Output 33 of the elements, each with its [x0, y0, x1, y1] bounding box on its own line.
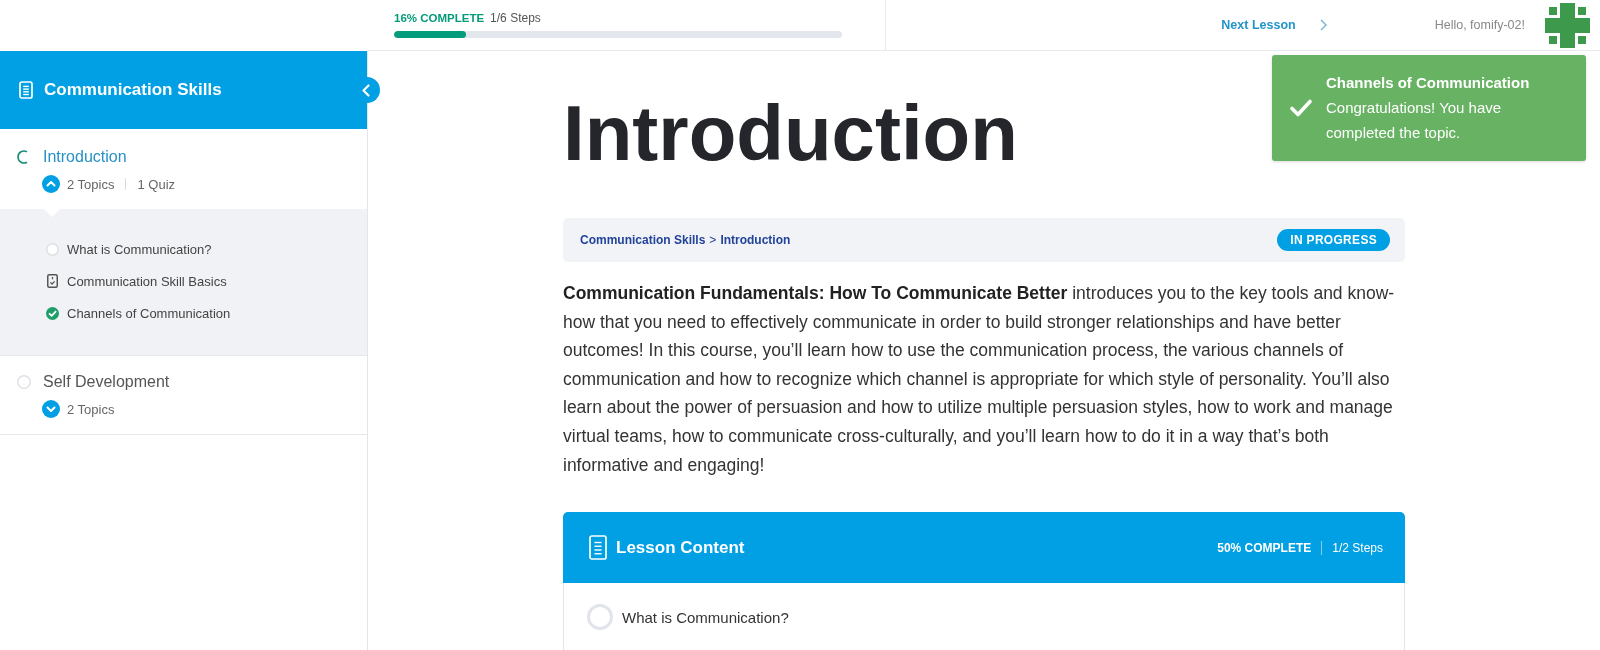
- lesson-count: 1 Quiz: [137, 176, 176, 192]
- chevron-left-icon: [362, 83, 370, 97]
- progress-steps: 1/2 Steps: [1332, 540, 1383, 555]
- lesson-count: 2 Topics: [67, 176, 115, 192]
- lesson-link[interactable]: Self Development: [43, 373, 170, 391]
- page-title: Introduction: [563, 94, 1018, 172]
- breadcrumb-link[interactable]: Introduction: [720, 233, 791, 247]
- toast-message: Congratulations! You have completed the topic.: [1326, 98, 1503, 143]
- next-lesson-link[interactable]: Next Lesson: [1221, 18, 1327, 32]
- topic-link[interactable]: What is Communication?: [67, 241, 212, 257]
- progress-percent: 16% COMPLETE: [394, 11, 485, 26]
- checkmark-icon: [1290, 99, 1312, 117]
- avatar-icon[interactable]: [1545, 2, 1590, 48]
- topic-link[interactable]: What is Communication?: [622, 608, 789, 626]
- course-description: Communication Fundamentals: How To Communicate Better introduces you to the key tools and know-how that you need to effectively communicate in order to build stronger relationships and have better outcomes! In this course, you’ll learn how to use the communication process, the various channels of communication and how to recognize which channel is appropriate for which style of personality. You’ll also learn about the power of persuasion and how to utilize multiple persuasion styles, how to work and manage virtual teams, how to communicate cross-culturally, and you’ll learn how to do it in a way that’s both informative and engaging!: [563, 282, 1396, 477]
- breadcrumb-separator: >: [709, 233, 717, 247]
- breadcrumb-link[interactable]: Communication Skills: [580, 233, 706, 247]
- lesson-link[interactable]: Introduction: [43, 148, 127, 166]
- course-title: Communication Skills: [44, 80, 222, 100]
- progress-percent: 50% COMPLETE: [1217, 540, 1312, 555]
- chevron-down-icon[interactable]: [42, 400, 60, 418]
- document-icon: [589, 535, 607, 561]
- document-icon: [19, 81, 33, 99]
- chevron-right-icon: [1319, 19, 1327, 31]
- chevron-up-icon[interactable]: [42, 175, 60, 193]
- lesson-content-title: Lesson Content: [616, 537, 745, 558]
- toast-title: Channels of Communication: [1326, 73, 1531, 93]
- lesson-count: 2 Topics: [67, 401, 115, 417]
- topic-link[interactable]: Channels of Communication: [67, 305, 231, 321]
- status-badge: IN PROGRESS: [1277, 229, 1390, 251]
- progress-steps: 1/6 Steps: [490, 11, 541, 26]
- topic-link[interactable]: Communication Skill Basics: [67, 273, 227, 289]
- greeting-text: Hello, fomify-02!: [1434, 18, 1525, 32]
